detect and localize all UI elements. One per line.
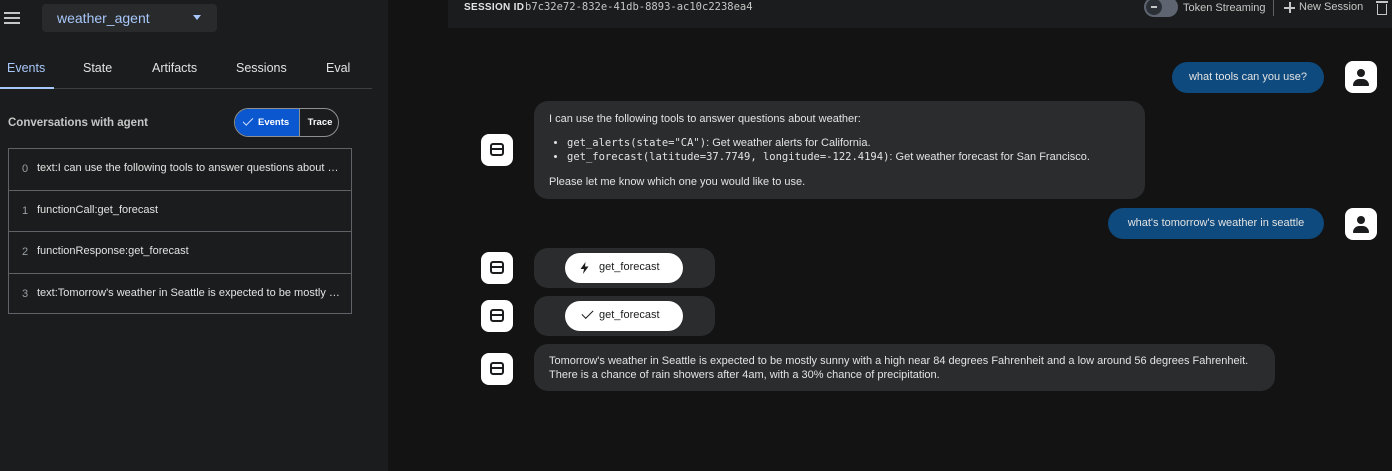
function-response-label: get_forecast bbox=[599, 309, 660, 321]
event-index: 2 bbox=[22, 246, 29, 258]
event-item-3[interactable]: 3 text:Tomorrow's weather in Seattle is … bbox=[8, 272, 352, 314]
event-text: text:Tomorrow's weather in Seattle is ex… bbox=[37, 286, 342, 299]
events-view-label: Events bbox=[258, 117, 290, 128]
bot-avatar-icon bbox=[481, 252, 513, 284]
chevron-down-icon bbox=[193, 15, 201, 20]
toggle-off-icon bbox=[1146, 0, 1162, 15]
conversation-title: Conversations with agent bbox=[8, 117, 148, 129]
tool-list-item: get_forecast(latitude=37.7749, longitude… bbox=[567, 150, 1130, 164]
delete-session-icon[interactable] bbox=[1376, 1, 1388, 15]
event-index: 1 bbox=[22, 204, 29, 217]
user-avatar-icon bbox=[1345, 61, 1377, 93]
check-icon bbox=[581, 306, 594, 320]
function-response-chip[interactable]: get_forecast bbox=[565, 301, 683, 331]
tab-artifacts[interactable]: Artifacts bbox=[152, 61, 197, 75]
agent-select-value: weather_agent bbox=[57, 10, 150, 26]
tab-events[interactable]: Events bbox=[7, 61, 45, 75]
token-streaming-toggle[interactable] bbox=[1144, 0, 1178, 17]
bot-message-intro: I can use the following tools to answer … bbox=[549, 113, 861, 125]
sidebar: weather_agent Events State Artifacts Ses… bbox=[0, 0, 388, 471]
tool-code: get_forecast(latitude=37.7749, longitude… bbox=[567, 151, 890, 163]
session-id-value: b7c32e72-832e-41db-8893-ac10c2238ea4 bbox=[525, 1, 753, 13]
header-divider bbox=[1273, 0, 1274, 16]
tool-desc: : Get weather forecast for San Francisco… bbox=[889, 151, 1090, 163]
event-index: 3 bbox=[22, 287, 29, 300]
view-toggle: Events Trace bbox=[234, 108, 339, 137]
function-call-message: get_forecast bbox=[534, 248, 715, 288]
event-text: text:I can use the following tools to an… bbox=[37, 162, 342, 174]
tab-sessions[interactable]: Sessions bbox=[236, 61, 287, 75]
event-item-1[interactable]: 1 functionCall:get_forecast bbox=[8, 189, 352, 231]
bolt-icon bbox=[580, 262, 589, 274]
tab-eval[interactable]: Eval bbox=[326, 61, 350, 75]
bot-message-outro: Please let me know which one you would l… bbox=[549, 176, 806, 188]
session-header: SESSION ID b7c32e72-832e-41db-8893-ac10c… bbox=[448, 0, 1392, 28]
event-item-0[interactable]: 0 text:I can use the following tools to … bbox=[8, 148, 352, 190]
function-response-message: get_forecast bbox=[534, 296, 715, 336]
bot-message-2: Tomorrow's weather in Seattle is expecte… bbox=[534, 344, 1275, 391]
event-text: functionCall:get_forecast bbox=[37, 203, 159, 216]
user-message-1: what tools can you use? bbox=[1172, 62, 1324, 93]
function-call-chip[interactable]: get_forecast bbox=[565, 253, 683, 283]
session-id-label: SESSION ID bbox=[464, 2, 525, 13]
agent-select[interactable]: weather_agent bbox=[42, 4, 217, 32]
bot-message-1: I can use the following tools to answer … bbox=[534, 101, 1145, 199]
event-item-2[interactable]: 2 functionResponse:get_forecast bbox=[8, 231, 352, 273]
menu-icon[interactable] bbox=[4, 12, 20, 26]
check-icon bbox=[242, 115, 254, 126]
function-call-label: get_forecast bbox=[599, 261, 660, 273]
token-streaming-label: Token Streaming bbox=[1183, 2, 1266, 14]
events-view-button[interactable]: Events bbox=[235, 109, 300, 136]
tool-desc: : Get weather alerts for California. bbox=[706, 137, 871, 149]
bot-avatar-icon bbox=[481, 134, 513, 166]
event-list: 0 text:I can use the following tools to … bbox=[8, 148, 352, 314]
active-tab-indicator bbox=[0, 87, 54, 89]
plus-icon bbox=[1284, 2, 1295, 13]
event-text: functionResponse:get_forecast bbox=[37, 245, 189, 257]
tool-list-item: get_alerts(state="CA"): Get weather aler… bbox=[567, 136, 1130, 150]
user-avatar-icon bbox=[1345, 208, 1377, 240]
sidebar-tabs: Events State Artifacts Sessions Eval bbox=[0, 50, 372, 89]
tab-state[interactable]: State bbox=[83, 61, 112, 75]
bot-avatar-icon bbox=[481, 353, 513, 385]
user-message-2: what's tomorrow's weather in seattle bbox=[1108, 208, 1324, 239]
tool-list: get_alerts(state="CA"): Get weather aler… bbox=[567, 136, 1130, 164]
tool-code: get_alerts(state="CA") bbox=[567, 137, 707, 149]
trace-view-button[interactable]: Trace bbox=[300, 109, 338, 136]
new-session-label: New Session bbox=[1299, 1, 1364, 13]
event-index: 0 bbox=[22, 163, 29, 175]
bot-avatar-icon bbox=[481, 300, 513, 332]
